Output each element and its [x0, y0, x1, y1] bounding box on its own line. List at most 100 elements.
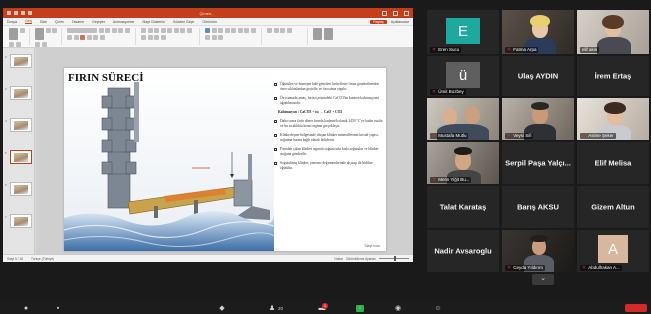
quick-access-toolbar[interactable] [7, 11, 32, 15]
share-button[interactable]: Paylaş [370, 19, 387, 24]
current-slide[interactable]: FIRIN SÜRECİ Öğütülen ve homojen hale ge… [64, 68, 386, 251]
font-group[interactable] [64, 28, 136, 45]
slide-footer: Slayt notu [364, 244, 380, 248]
tab-view[interactable]: Görünüm [202, 20, 217, 24]
participant-tile[interactable]: E ✕ Eren Sucu [427, 10, 499, 54]
slide-thumbnail[interactable]: 3 [5, 86, 32, 100]
slide-thumbnail-pane[interactable]: 2 3 4 5 6 7 [3, 48, 35, 254]
clipboard-group[interactable] [6, 28, 30, 47]
paragraph-group[interactable] [138, 28, 200, 45]
participants-count: 20 [278, 306, 284, 311]
tab-transitions[interactable]: Geçişler [92, 20, 105, 24]
comments-button[interactable]: Açıklamalar [391, 20, 409, 24]
mic-muted-icon: ✕ [507, 47, 512, 53]
minimize-icon[interactable] [382, 10, 387, 16]
meeting-window: Çimen... Dosya Giriş Ekle Çizim Tasarım … [0, 0, 651, 314]
slide-thumbnail-active[interactable]: 5 [5, 150, 32, 164]
bullet-item: Soğutulmuş klinker, çimento değirmenleri… [274, 161, 384, 171]
participant-tile[interactable]: A ✕ Abdulhakan A... [577, 230, 649, 272]
tab-insert[interactable]: Ekle [40, 20, 47, 24]
slide-thumbnail[interactable]: 2 [5, 54, 32, 68]
video-icon[interactable]: ▪ [54, 305, 62, 312]
reactions-icon[interactable]: ☺ [434, 305, 442, 312]
ribbon [3, 26, 413, 48]
participant-name: Barış AKSU [517, 202, 559, 212]
participant-tile[interactable]: İrem Ertaş [577, 56, 649, 96]
participant-tile[interactable]: ü ✕ Ümit Bozbey [427, 56, 499, 96]
participant-tile[interactable]: ✕ Ceyda Yıldırım [502, 230, 574, 272]
zoom-slider[interactable] [379, 256, 409, 261]
slide-thumbnail[interactable]: 4 [5, 118, 32, 132]
mic-muted-icon: ✕ [507, 265, 512, 271]
slide-thumbnail[interactable]: 6 [5, 182, 32, 196]
participant-tile-active-speaker[interactable]: elif akin [577, 10, 649, 54]
mute-icon[interactable]: ● [22, 305, 30, 312]
bullet-item: Fırından çıkan klinker ızgaralı soğutucu… [274, 147, 384, 157]
bullet-item: Klinkerleşme bölgesinde oluşan klinker m… [274, 133, 384, 143]
notes-button[interactable]: Notlar [334, 257, 343, 261]
record-icon[interactable]: ◉ [394, 305, 402, 312]
close-icon[interactable] [404, 10, 409, 16]
participant-tile[interactable]: Nadir Avsaroglu [427, 230, 499, 272]
mic-muted-icon: ✕ [582, 133, 587, 139]
participant-tile[interactable]: Serpil Paşa Yalçı... [502, 142, 574, 184]
security-icon[interactable]: ◆ [218, 305, 226, 312]
participant-name: Fatma Arpa [513, 47, 537, 52]
gallery-next-page-button[interactable]: ⌄ [532, 274, 554, 285]
slide-title: FIRIN SÜRECİ [68, 72, 144, 84]
slides-group[interactable] [32, 28, 62, 47]
participant-tile[interactable]: ✕ Metin Yiğit Bu... [427, 142, 499, 184]
participant-name: elif akin [582, 47, 598, 52]
slide-body-text[interactable]: Öğütülen ve homojen hale getirilen farin… [274, 82, 384, 175]
participant-tile[interactable]: Ulaş AYDIN [502, 56, 574, 96]
shared-screen[interactable]: Çimen... Dosya Giriş Ekle Çizim Tasarım … [3, 8, 413, 262]
chat-badge: 1 [322, 303, 328, 309]
maximize-icon[interactable] [393, 10, 398, 16]
participant-name: Elif Melisa [594, 158, 632, 168]
participant-tile[interactable]: ✕ Asime Şeker [577, 98, 649, 140]
participant-tile[interactable]: ✕ Fatma Arpa [502, 10, 574, 54]
participant-name: Ulaş AYDIN [517, 71, 559, 81]
participant-name: Asime Şeker [588, 133, 614, 138]
avatar: A [598, 235, 628, 263]
tab-animations[interactable]: Animasyonlar [113, 20, 134, 24]
participant-name: Gizem Altun [591, 202, 635, 212]
language-indicator[interactable]: Türkçe (Türkiye) [31, 257, 54, 261]
bullet-item: Daha sonra farin döner fırında kademeli … [274, 119, 384, 129]
bullet-item: Ön ısıtmada amaç, farin içerisindeki CaC… [274, 96, 384, 106]
tab-file[interactable]: Dosya [7, 20, 17, 24]
slide-canvas[interactable]: FIRIN SÜRECİ Öğütülen ve homojen hale ge… [36, 48, 413, 254]
participant-tile[interactable]: Barış AKSU [502, 186, 574, 228]
tab-home[interactable]: Giriş [24, 19, 33, 24]
participant-name: Metin Yiğit Bu... [438, 177, 470, 182]
meeting-toolbar: ● ▪ ◆ ♟ 20 ▬ 1 ↑ ◉ ☺ [0, 300, 651, 314]
drawing-group[interactable] [202, 28, 262, 45]
participant-tile[interactable]: Elif Melisa [577, 142, 649, 184]
tab-design[interactable]: Tasarım [72, 20, 84, 24]
tab-review[interactable]: Gözden Geçir [173, 20, 195, 24]
mic-muted-icon: ✕ [582, 265, 587, 271]
end-button[interactable] [625, 304, 647, 312]
powerpoint-statusbar: Slayt 5 / 18 Türkçe (Türkiye) Notlar Gör… [3, 254, 413, 262]
participant-name: Veysi Sifi [513, 133, 532, 138]
participant-name: Eren Sucu [438, 47, 460, 52]
powerpoint-titlebar: Çimen... [3, 8, 413, 18]
editing-group[interactable] [264, 28, 308, 45]
share-screen-icon[interactable]: ↑ [356, 305, 364, 312]
mic-muted-icon: ✕ [432, 177, 437, 183]
participants-icon[interactable]: ♟ [268, 305, 276, 312]
participant-tile[interactable]: ✕ Veysi Sifi [502, 98, 574, 140]
participant-name: Abdulhakan A... [588, 265, 620, 270]
participant-tile[interactable]: Gizem Altun [577, 186, 649, 228]
calcination-equation: Kalsinasyon : CaCO3 + ısı → CaO + CO2 [278, 110, 343, 114]
participant-name: Serpil Paşa Yalçı... [505, 158, 571, 168]
slide-counter: Slayt 5 / 18 [7, 256, 23, 261]
tab-slideshow[interactable]: Slayt Gösterisi [142, 20, 165, 24]
slide-thumbnail[interactable]: 7 [5, 214, 32, 228]
display-settings-button[interactable]: Görüntüleme Ayarları [346, 257, 376, 261]
tab-draw[interactable]: Çizim [55, 20, 64, 24]
participant-tile[interactable]: Talat Karataş [427, 186, 499, 228]
designer-group[interactable] [310, 28, 350, 45]
rotary-kiln-illustration [64, 68, 274, 251]
participant-tile[interactable]: ✕ Mustafa Mutlu [427, 98, 499, 140]
